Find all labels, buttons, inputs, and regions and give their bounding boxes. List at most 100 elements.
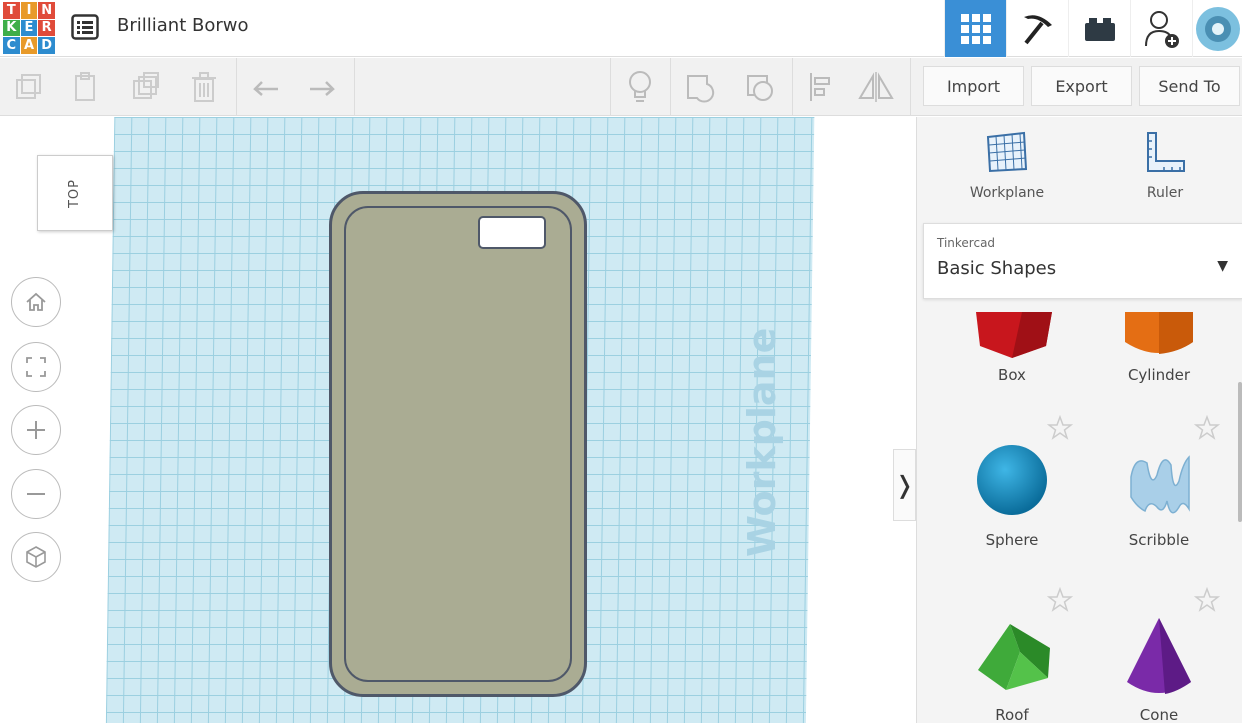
- project-title[interactable]: Brilliant Borwo: [117, 15, 248, 36]
- shape-library-dropdown[interactable]: Tinkercad Basic Shapes ▼: [923, 223, 1242, 299]
- logo-letter: D: [38, 37, 55, 54]
- bricks-view-button[interactable]: [1068, 0, 1130, 57]
- delete-button[interactable]: [184, 68, 224, 106]
- shape-label: Scribble: [1128, 531, 1190, 549]
- phone-case-inner-edge: [344, 206, 572, 682]
- star-icon[interactable]: [1046, 586, 1074, 613]
- align-button[interactable]: [800, 68, 840, 106]
- logo-letter: T: [3, 2, 20, 19]
- logo-letter: R: [38, 19, 55, 37]
- edit-toolbar: Import Export Send To: [0, 58, 1242, 116]
- duplicate-icon: [133, 72, 159, 99]
- redo-button[interactable]: [302, 68, 342, 106]
- trash-icon: [192, 72, 216, 102]
- undo-icon: [253, 81, 278, 96]
- duplicate-button[interactable]: [126, 68, 166, 106]
- caret-down-icon: ▼: [1217, 258, 1228, 274]
- blocks-view-button[interactable]: [1006, 0, 1068, 57]
- plus-icon: [27, 421, 45, 439]
- shape-cone[interactable]: Cone: [1089, 612, 1229, 723]
- send-to-button[interactable]: Send To: [1139, 66, 1240, 106]
- cone-shape-icon: [1127, 618, 1191, 694]
- pickaxe-icon: [1023, 14, 1052, 44]
- camera-cutout: [478, 216, 546, 249]
- import-button[interactable]: Import: [923, 66, 1024, 106]
- library-source-label: Tinkercad: [937, 236, 996, 250]
- brick-icon: [1084, 17, 1115, 41]
- zoom-in-button[interactable]: [11, 405, 61, 455]
- tinkercad-app: T I N K E R C A D Brilliant Borwo Import…: [0, 0, 1242, 723]
- zoom-out-button[interactable]: [11, 469, 61, 519]
- workplane-tool-label: Workplane: [969, 185, 1045, 201]
- perspective-toggle-button[interactable]: [11, 532, 61, 582]
- workplane-tool[interactable]: Workplane: [947, 129, 1067, 201]
- logo-letter: E: [20, 19, 38, 37]
- copy-button[interactable]: [8, 68, 48, 106]
- align-icon: [810, 73, 830, 101]
- invite-user-button[interactable]: [1130, 0, 1192, 57]
- group-icon: [687, 75, 715, 103]
- shape-label: Cone: [1139, 706, 1179, 723]
- export-button[interactable]: Export: [1031, 66, 1132, 106]
- shape-box[interactable]: Box: [942, 312, 1082, 384]
- notes-button[interactable]: [620, 68, 660, 106]
- group-button[interactable]: [680, 68, 720, 106]
- copy-icon: [16, 74, 41, 99]
- shape-label: Sphere: [985, 531, 1039, 549]
- shape-label: Box: [998, 366, 1026, 384]
- top-bar: T I N K E R C A D Brilliant Borwo: [0, 0, 1242, 57]
- cube-icon: [26, 546, 46, 568]
- avatar: [1195, 6, 1240, 51]
- home-view-button[interactable]: [11, 277, 61, 327]
- undo-button[interactable]: [246, 68, 286, 106]
- logo-letter: N: [38, 2, 55, 19]
- library-name: Basic Shapes: [937, 258, 1057, 279]
- shape-label: Roof: [995, 706, 1029, 723]
- shape-sphere[interactable]: Sphere: [942, 437, 1082, 549]
- tinkercad-logo[interactable]: T I N K E R C A D: [3, 2, 55, 54]
- chevron-right-icon: ❭: [894, 471, 915, 499]
- roof-shape-icon: [978, 624, 1050, 690]
- view-cube[interactable]: TOP: [37, 155, 113, 231]
- box-shape-icon: [976, 312, 1052, 358]
- view-cube-face-label: TOP: [67, 178, 83, 208]
- ruler-tool-label: Ruler: [1146, 185, 1184, 201]
- lightbulb-icon: [629, 71, 651, 102]
- panel-scrollbar[interactable]: [1238, 382, 1242, 522]
- paste-button[interactable]: [66, 68, 106, 106]
- add-user-icon: [1144, 10, 1179, 48]
- shape-label: Cylinder: [1127, 366, 1191, 384]
- list-icon: [71, 14, 99, 40]
- logo-letter: C: [3, 37, 20, 54]
- redo-icon: [310, 81, 335, 96]
- cylinder-shape-icon: [1125, 312, 1193, 354]
- ungroup-icon: [747, 75, 773, 101]
- 3d-design-view-button[interactable]: [944, 0, 1006, 57]
- shape-cylinder[interactable]: Cylinder: [1089, 312, 1229, 384]
- fit-view-button[interactable]: [11, 342, 61, 392]
- shape-scribble[interactable]: Scribble: [1089, 437, 1229, 549]
- user-avatar-button[interactable]: [1192, 0, 1242, 57]
- collapse-panel-button[interactable]: ❭: [893, 449, 916, 521]
- minus-icon: [27, 493, 45, 495]
- shapes-panel: Workplane Ruler Tinkercad Basic Shapes ▼…: [916, 117, 1242, 723]
- ruler-tool[interactable]: Ruler: [1105, 129, 1225, 201]
- mirror-icon: [858, 72, 894, 102]
- ungroup-button[interactable]: [740, 68, 780, 106]
- workplane-canvas[interactable]: Workplane TOP ❭: [0, 117, 916, 723]
- logo-letter: I: [20, 2, 38, 19]
- design-list-button[interactable]: [70, 12, 100, 42]
- shape-roof[interactable]: Roof: [942, 612, 1082, 723]
- sphere-shape-icon: [977, 445, 1047, 515]
- workplane-watermark: Workplane: [740, 327, 784, 557]
- paste-icon: [75, 72, 95, 101]
- phone-case-object[interactable]: [329, 191, 587, 697]
- logo-letter: K: [3, 19, 20, 37]
- fit-view-icon: [26, 357, 46, 377]
- mirror-button[interactable]: [856, 68, 896, 106]
- logo-letter: A: [20, 37, 38, 54]
- star-icon[interactable]: [1193, 586, 1221, 613]
- scribble-shape-icon: [1130, 455, 1190, 514]
- workplane-icon: [986, 131, 1028, 173]
- grid-icon: [960, 13, 991, 44]
